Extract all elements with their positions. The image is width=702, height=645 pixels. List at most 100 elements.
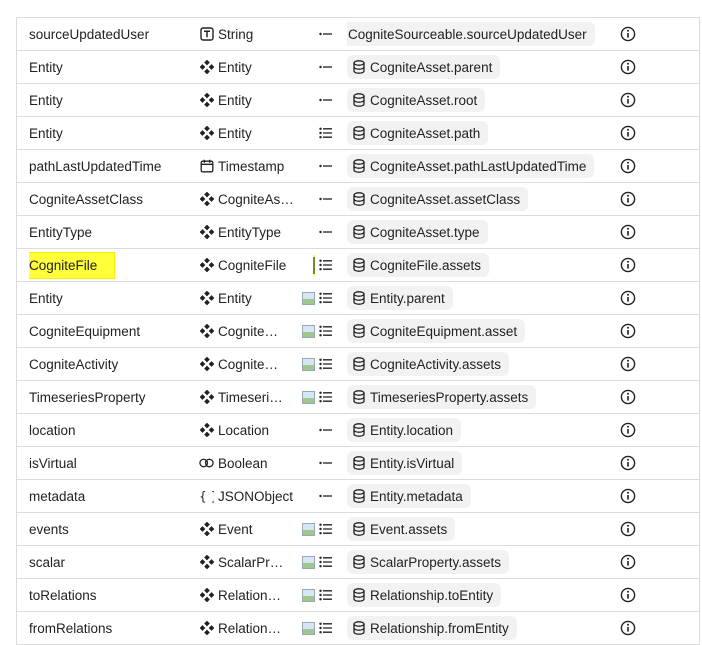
database-icon bbox=[353, 60, 365, 74]
source-chip[interactable]: Entity.metadata bbox=[347, 484, 471, 508]
table-row[interactable]: CogniteEquipment Cognite… CogniteEquipment… bbox=[17, 315, 699, 348]
property-name: Entity bbox=[29, 290, 63, 306]
table-row[interactable]: sourceUpdatedUser String CogniteSourceable… bbox=[17, 18, 699, 51]
source-chip[interactable]: CogniteActivity.assets bbox=[347, 352, 510, 376]
property-name: scalar bbox=[29, 554, 66, 570]
info-icon[interactable] bbox=[617, 117, 639, 149]
source-chip[interactable]: TimeseriesProperty.assets bbox=[347, 385, 537, 409]
property-name-cell: pathLastUpdatedTime bbox=[29, 150, 199, 182]
table-row[interactable]: CogniteAssetClass CogniteAss… CogniteAsset… bbox=[17, 183, 699, 216]
source-chip[interactable]: CogniteAsset.pathLastUpdatedTime bbox=[347, 154, 595, 178]
table-row[interactable]: CogniteActivity Cognite… CogniteActivity.a… bbox=[17, 348, 699, 381]
reverse-relation-icon bbox=[302, 555, 315, 569]
source-chip[interactable]: Entity.parent bbox=[347, 286, 453, 310]
source-chip[interactable]: CogniteAsset.root bbox=[347, 88, 486, 112]
property-name: metadata bbox=[29, 488, 86, 504]
single-value-icon bbox=[319, 457, 333, 469]
info-icon[interactable] bbox=[617, 513, 639, 545]
property-indicators bbox=[287, 282, 337, 314]
property-source-cell: CogniteFile.assets bbox=[347, 249, 619, 281]
info-icon[interactable] bbox=[617, 414, 639, 446]
list-icon bbox=[319, 622, 333, 634]
source-label: ScalarProperty.assets bbox=[370, 554, 502, 570]
info-icon[interactable] bbox=[617, 249, 639, 281]
table-row[interactable]: fromRelations Relation… Relationship.fromE… bbox=[17, 612, 699, 645]
source-chip[interactable]: CogniteAsset.type bbox=[347, 220, 488, 244]
info-icon[interactable] bbox=[617, 282, 639, 314]
info-icon[interactable] bbox=[617, 381, 639, 413]
node-icon bbox=[199, 258, 214, 273]
property-type: Timestamp bbox=[218, 158, 285, 174]
property-source-cell: CogniteSourceable.sourceUpdatedUser bbox=[347, 18, 619, 50]
source-chip[interactable]: ScalarProperty.assets bbox=[347, 550, 510, 574]
reverse-relation-icon bbox=[302, 522, 315, 536]
property-name-cell: location bbox=[29, 414, 199, 446]
info-icon[interactable] bbox=[617, 480, 639, 512]
table-row[interactable]: Entity Entity CogniteAsset.path bbox=[17, 117, 699, 150]
property-source-cell: Entity.metadata bbox=[347, 480, 619, 512]
property-name: CogniteActivity bbox=[29, 356, 119, 372]
table-row[interactable]: Entity Entity Entity.parent bbox=[17, 282, 699, 315]
info-icon[interactable] bbox=[617, 579, 639, 611]
info-icon[interactable] bbox=[617, 51, 639, 83]
info-icon[interactable] bbox=[617, 18, 639, 50]
table-row[interactable]: events Event Event.assets bbox=[17, 513, 699, 546]
list-icon bbox=[319, 127, 333, 139]
highlight-mark bbox=[313, 254, 315, 276]
source-chip[interactable]: CogniteAsset.path bbox=[347, 121, 489, 145]
node-icon bbox=[199, 555, 214, 570]
reverse-relation-icon bbox=[302, 621, 315, 635]
source-chip[interactable]: Entity.location bbox=[347, 418, 462, 442]
info-icon[interactable] bbox=[617, 447, 639, 479]
property-source-cell: CogniteAsset.parent bbox=[347, 51, 619, 83]
property-type: Entity bbox=[218, 92, 252, 108]
info-icon[interactable] bbox=[617, 546, 639, 578]
table-row[interactable]: isVirtual Boolean Entity.isVirtual bbox=[17, 447, 699, 480]
property-type: Boolean bbox=[218, 455, 268, 471]
reverse-relation-icon bbox=[302, 390, 315, 404]
single-value-icon bbox=[319, 61, 333, 73]
table-row[interactable]: pathLastUpdatedTime Timestamp CogniteAsset… bbox=[17, 150, 699, 183]
source-chip[interactable]: Event.assets bbox=[347, 517, 456, 541]
table-row[interactable]: metadata { } JSONObject Entity.metadata bbox=[17, 480, 699, 513]
property-indicators bbox=[287, 51, 337, 83]
table-row[interactable]: EntityType EntityType CogniteAsset.type bbox=[17, 216, 699, 249]
source-label: CogniteEquipment.asset bbox=[370, 323, 518, 339]
table-row[interactable]: scalar ScalarPr… ScalarProperty.assets bbox=[17, 546, 699, 579]
node-icon bbox=[199, 588, 214, 603]
source-label: CogniteAsset.type bbox=[370, 224, 480, 240]
info-icon[interactable] bbox=[617, 612, 639, 644]
list-icon bbox=[319, 556, 333, 568]
table-row[interactable]: CogniteFile CogniteFile CogniteFile.assets bbox=[17, 249, 699, 282]
property-indicators bbox=[287, 447, 337, 479]
property-source-cell: Entity.location bbox=[347, 414, 619, 446]
table-row[interactable]: location Location Entity.location bbox=[17, 414, 699, 447]
info-icon[interactable] bbox=[617, 315, 639, 347]
database-icon bbox=[353, 192, 365, 206]
source-chip[interactable]: Entity.isVirtual bbox=[347, 451, 463, 475]
source-label: Entity.location bbox=[370, 422, 454, 438]
info-icon[interactable] bbox=[617, 84, 639, 116]
source-chip[interactable]: CogniteFile.assets bbox=[347, 253, 490, 277]
table-row[interactable]: Entity Entity CogniteAsset.root bbox=[17, 84, 699, 117]
source-chip[interactable]: CogniteEquipment.asset bbox=[347, 319, 526, 343]
property-source-cell: CogniteAsset.path bbox=[347, 117, 619, 149]
source-chip[interactable]: Relationship.toEntity bbox=[347, 583, 502, 607]
property-indicators bbox=[287, 579, 337, 611]
info-icon[interactable] bbox=[617, 150, 639, 182]
property-name-cell: TimeseriesProperty bbox=[29, 381, 199, 413]
node-icon bbox=[199, 126, 214, 141]
property-indicators bbox=[287, 18, 337, 50]
source-chip[interactable]: CogniteAsset.parent bbox=[347, 55, 501, 79]
info-icon[interactable] bbox=[617, 183, 639, 215]
table-row[interactable]: Entity Entity CogniteAsset.parent bbox=[17, 51, 699, 84]
property-name-cell: Entity bbox=[29, 51, 199, 83]
table-row[interactable]: TimeseriesProperty Timeseri… TimeseriesPro… bbox=[17, 381, 699, 414]
info-icon[interactable] bbox=[617, 348, 639, 380]
table-row[interactable]: toRelations Relation… Relationship.toEntit… bbox=[17, 579, 699, 612]
info-icon[interactable] bbox=[617, 216, 639, 248]
source-chip[interactable]: CogniteAsset.assetClass bbox=[347, 187, 529, 211]
property-name-cell: CogniteActivity bbox=[29, 348, 199, 380]
source-chip[interactable]: Relationship.fromEntity bbox=[347, 616, 517, 640]
source-chip[interactable]: CogniteSourceable.sourceUpdatedUser bbox=[347, 22, 595, 46]
